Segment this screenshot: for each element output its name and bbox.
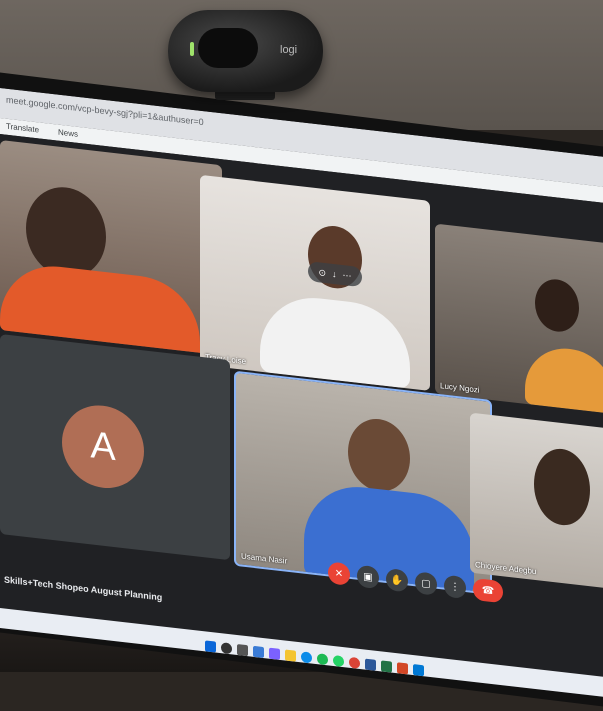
more-options-button[interactable]: ⋮ [444, 574, 466, 600]
webcam-led-indicator [190, 42, 194, 56]
monitor-screen: meet.google.com/vcp-bevy-sgj?pli=1&authu… [0, 88, 603, 701]
bookmark-news[interactable]: News [58, 128, 78, 139]
more-vert-icon: ⋮ [450, 580, 460, 593]
present-button[interactable]: ▢ [415, 571, 437, 596]
excel-icon[interactable] [381, 659, 392, 673]
mic-off-button[interactable]: ✕ [328, 561, 350, 586]
search-icon[interactable] [221, 641, 232, 654]
camera-button[interactable]: ▣ [357, 564, 379, 590]
participant-tile-5-active[interactable]: Usama Nasir [234, 370, 492, 596]
participant-head [535, 276, 579, 334]
file-explorer-icon[interactable] [285, 648, 296, 662]
present-icon: ▢ [421, 577, 431, 590]
participant-tile-4[interactable]: A [0, 334, 230, 561]
phone-hangup-icon: ☎ [481, 584, 495, 597]
participant-name: Usama Nasir [241, 551, 288, 566]
pin-icon[interactable]: ⊙ [318, 267, 326, 279]
webcam-lens [198, 28, 258, 68]
task-view-icon[interactable] [237, 643, 248, 656]
participant-body [260, 291, 410, 389]
mic-off-icon: ✕ [334, 567, 344, 580]
raise-hand-button[interactable]: ✋ [386, 567, 408, 593]
participant-head [348, 415, 410, 495]
meet-grid: ⊙ ↓ ⋯ Tracy Loise Lucy Ngozi A Usama Nas… [0, 134, 603, 701]
edge-icon[interactable] [301, 650, 312, 664]
word-icon[interactable] [365, 658, 376, 671]
camera-icon: ▣ [363, 570, 373, 583]
participant-body [525, 343, 603, 415]
whatsapp-icon[interactable] [333, 654, 344, 667]
participant-avatar: A [62, 401, 144, 493]
end-call-button[interactable]: ☎ [473, 577, 503, 604]
webcam-brand-logo: logi [280, 44, 298, 56]
participant-tile-3[interactable]: Lucy Ngozi [435, 223, 603, 417]
participant-tile-2[interactable]: ⊙ ↓ ⋯ Tracy Loise [200, 174, 430, 391]
windows-start-icon[interactable] [205, 639, 216, 653]
more-icon[interactable]: ⋯ [343, 270, 352, 282]
participant-head [534, 445, 590, 529]
participant-name: Chioyere Adegbu [475, 560, 537, 577]
hand-icon: ✋ [390, 574, 404, 587]
chrome-icon[interactable] [349, 656, 360, 669]
participant-tile-6[interactable]: Chioyere Adegbu [470, 412, 603, 592]
meeting-title: Skills+Tech Shopeo August Planning [4, 574, 163, 603]
chat-icon[interactable] [269, 647, 280, 660]
widgets-icon[interactable] [253, 645, 264, 658]
outlook-icon[interactable] [413, 663, 424, 676]
participant-tile-1[interactable] [0, 140, 222, 356]
participant-name: Lucy Ngozi [440, 381, 480, 395]
powerpoint-icon[interactable] [397, 661, 408, 674]
webcam: logi [168, 10, 323, 92]
bookmark-translate[interactable]: Translate [6, 122, 39, 135]
mic-icon[interactable]: ↓ [332, 269, 337, 280]
spotify-icon[interactable] [317, 652, 328, 665]
